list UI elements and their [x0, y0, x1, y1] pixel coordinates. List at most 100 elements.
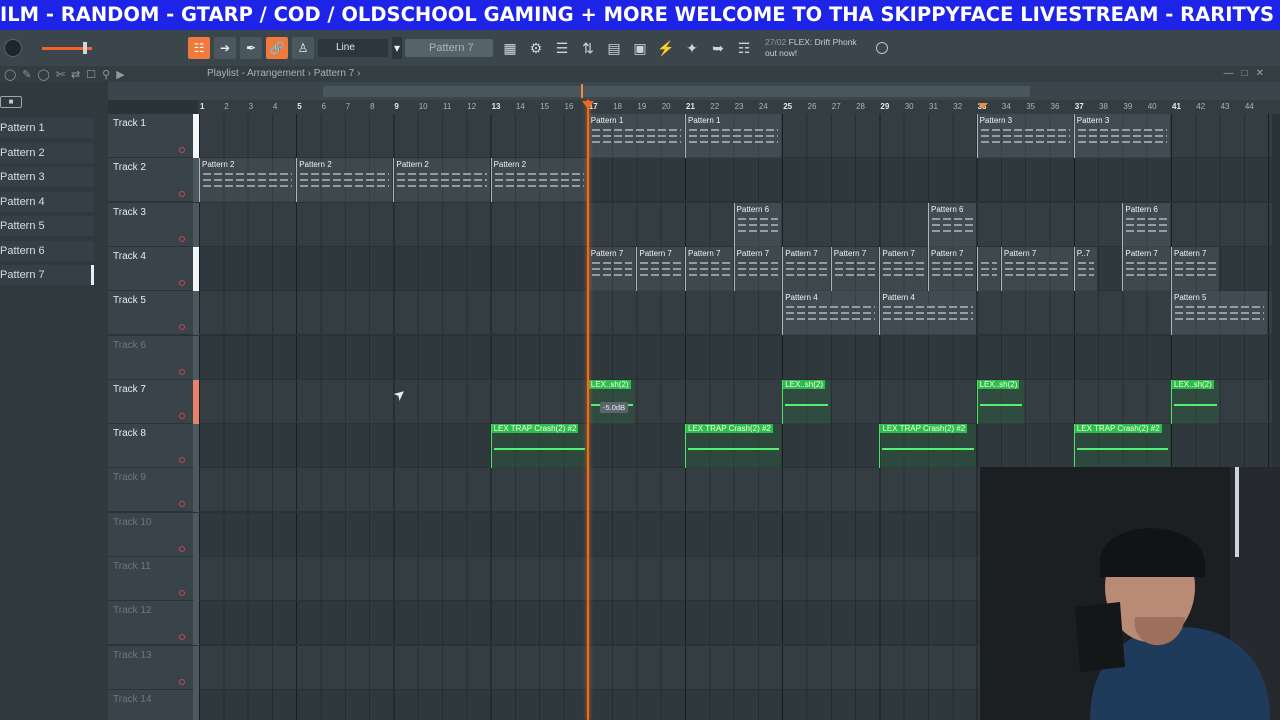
audio-clip[interactable]: LEX TRAP Crash(2) #2 [879, 424, 976, 469]
track-header[interactable]: Track 10 [108, 512, 193, 557]
track-record-icon[interactable] [179, 147, 185, 153]
pattern-clip[interactable]: Pattern 7 [879, 246, 927, 291]
pattern-clip[interactable]: Pattern 4 [879, 291, 976, 336]
collapse-icon[interactable]: ➥ [708, 38, 728, 58]
picker-item[interactable]: Pattern 1 [0, 118, 94, 138]
track-header[interactable]: Track 7 [108, 379, 193, 424]
snap-selector[interactable]: Line [318, 39, 388, 57]
step-seq-icon[interactable]: ▦ [500, 38, 520, 58]
picker-item[interactable]: Pattern 3 [0, 167, 94, 187]
track-record-icon[interactable] [179, 279, 185, 286]
pattern-clip[interactable]: Pattern 7 [1000, 246, 1073, 291]
track-lane[interactable] [199, 335, 1272, 380]
stamp-icon[interactable]: ♙ [292, 37, 314, 59]
pattern-clip[interactable]: Pattern 2 [296, 158, 393, 203]
pattern-clip[interactable]: Pattern 5 [1171, 291, 1268, 336]
pattern-selector[interactable]: Pattern 7 [405, 39, 493, 57]
pattern-clip[interactable]: Pattern 7 [685, 246, 733, 291]
window-controls[interactable]: —□✕ [1224, 66, 1272, 82]
playhead[interactable] [587, 100, 589, 720]
bar-ruler[interactable]: 1 2 3 4 5 6 7 8 9 10 11 12 13 14 15 16 17 18 19 20 21 22 23 24 2… [198, 100, 1280, 114]
track-header[interactable]: Track 14 [108, 689, 193, 720]
track-record-icon[interactable] [179, 678, 185, 685]
track-record-icon[interactable] [179, 368, 185, 375]
track-record-icon[interactable] [179, 545, 185, 552]
arrow-right-icon[interactable]: ➔ [214, 37, 236, 59]
pattern-clip[interactable]: Pattern 7 [733, 246, 782, 291]
track-record-icon[interactable] [179, 501, 185, 508]
draw-icon[interactable]: ✒ [240, 37, 262, 59]
audio-clip[interactable]: LEX..sh(2) [1171, 379, 1219, 424]
loop-marker-icon[interactable] [978, 103, 988, 109]
track-header[interactable]: Track 13 [108, 645, 193, 690]
picker-item[interactable]: Pattern 6 [0, 240, 94, 261]
track-header[interactable]: Track 9 [108, 468, 193, 513]
pattern-clip[interactable]: Pattern 7 [587, 246, 636, 291]
track-lane[interactable] [199, 379, 1272, 424]
pattern-clip[interactable]: Pattern 6 [733, 202, 782, 247]
track-header[interactable]: Track 11 [108, 557, 193, 601]
slider-handle[interactable] [83, 42, 87, 54]
pattern-clip[interactable]: Pattern 3 [1073, 114, 1170, 158]
track-header[interactable]: Track 6 [108, 335, 193, 380]
cart-icon[interactable]: ☶ [734, 38, 754, 58]
track-header[interactable]: Track 3 [108, 202, 193, 247]
pattern-clip[interactable]: Pattern 7 [830, 246, 879, 291]
pattern-clip[interactable]: Pattern 4 [782, 291, 879, 336]
eq-icon[interactable]: ⇅ [578, 38, 598, 58]
master-volume-knob[interactable] [4, 39, 22, 57]
news-panel[interactable]: 27/02 FLEX: Drift Phonk out now! [765, 37, 857, 59]
pattern-clip[interactable]: Pattern 1 [587, 114, 684, 158]
pattern-clip[interactable]: Pattern 1 [685, 114, 782, 158]
pattern-clip[interactable] [976, 246, 1000, 291]
pattern-clip[interactable]: Pattern 2 [490, 158, 587, 203]
audio-clip[interactable]: LEX TRAP Crash(2) #2 [685, 424, 782, 469]
pattern-clip[interactable]: Pattern 7 [1122, 246, 1170, 291]
track-record-icon[interactable] [179, 191, 185, 198]
picker-toggle-icon[interactable]: ■ [0, 96, 22, 108]
audio-clip[interactable]: LEX TRAP Crash(2) #2 [1073, 424, 1170, 469]
pattern-clip[interactable]: Pattern 3 [976, 114, 1073, 158]
pattern-clip[interactable]: Pattern 2 [199, 158, 296, 203]
track-record-icon[interactable] [179, 412, 185, 419]
track-header[interactable]: Track 5 [108, 291, 193, 336]
pattern-clip[interactable]: Pattern 2 [393, 158, 490, 203]
track-header[interactable]: Track 4 [108, 246, 193, 291]
pattern-clip[interactable]: Pattern 6 [928, 202, 976, 247]
pattern-clip[interactable]: Pattern 7 [1171, 246, 1219, 291]
pattern-clip[interactable]: P..7 [1073, 246, 1098, 291]
browser-icon[interactable]: ▤ [604, 38, 624, 58]
audio-clip[interactable]: LEX..sh(2) [976, 379, 1025, 424]
link-icon[interactable]: 🔗 [266, 37, 288, 59]
chevron-down-icon[interactable]: ▾ [392, 37, 402, 59]
playhead-marker-icon[interactable] [582, 101, 594, 109]
picker-item[interactable]: Pattern 7 [0, 265, 94, 285]
track-header[interactable]: Track 1 [108, 114, 193, 158]
picker-item[interactable]: Pattern 4 [0, 191, 94, 212]
audio-clip[interactable]: LEX..sh(2) [782, 379, 830, 424]
track-record-icon[interactable] [179, 590, 185, 596]
picker-item[interactable]: Pattern 2 [0, 142, 94, 163]
track-record-icon[interactable] [179, 324, 185, 331]
track-header[interactable]: Track 8 [108, 424, 193, 469]
track-record-icon[interactable] [179, 457, 185, 464]
track-record-icon[interactable] [179, 634, 185, 641]
horizontal-scrollbar[interactable] [323, 86, 1030, 97]
wand-icon[interactable]: ✦ [682, 38, 702, 58]
plugin-icon[interactable]: ⚙ [526, 38, 546, 58]
file-icon[interactable]: ▣ [630, 38, 650, 58]
track-lane[interactable] [199, 291, 1272, 336]
pattern-clip[interactable]: Pattern 6 [1122, 202, 1170, 247]
track-record-icon[interactable] [179, 235, 185, 242]
pattern-clip[interactable]: Pattern 7 [636, 246, 684, 291]
playlist-piano-icon[interactable]: ☷ [188, 37, 210, 59]
plug-icon[interactable]: ⚡ [656, 38, 676, 58]
pattern-clip[interactable]: Pattern 7 [928, 246, 976, 291]
mixer-icon[interactable]: ☰ [552, 38, 572, 58]
picker-item[interactable]: Pattern 5 [0, 216, 94, 236]
playlist-tools[interactable]: ◯✎◯✄⇄☐⚲▶ [4, 67, 131, 83]
pattern-clip[interactable]: Pattern 7 [782, 246, 830, 291]
track-header[interactable]: Track 2 [108, 158, 193, 203]
globe-icon[interactable] [876, 42, 888, 54]
audio-clip[interactable]: LEX TRAP Crash(2) #2 [490, 424, 587, 469]
